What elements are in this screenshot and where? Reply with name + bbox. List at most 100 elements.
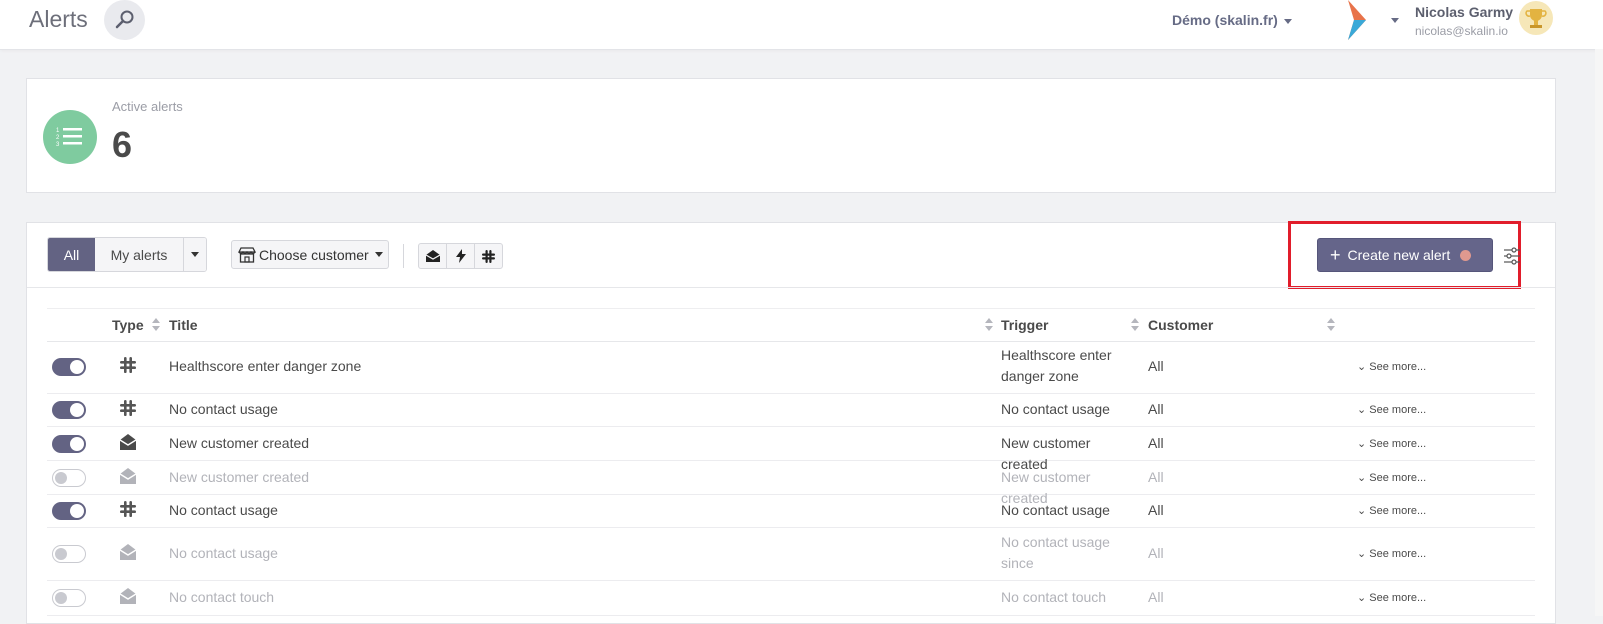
column-header-title[interactable]: Title — [169, 317, 198, 333]
stat-label: Active alerts — [112, 99, 183, 114]
svg-text:1: 1 — [56, 128, 60, 134]
choose-customer-dropdown[interactable]: Choose customer — [231, 240, 389, 269]
alert-title: New customer created — [169, 434, 310, 451]
chevron-down-icon — [191, 252, 199, 257]
settings-sliders-icon[interactable] — [1504, 247, 1520, 265]
alert-toggle[interactable] — [52, 589, 86, 607]
see-more-link[interactable]: ⌄ See more... — [1357, 547, 1426, 560]
top-bar: Alerts Démo (skalin.fr) Nicolas Garmy ni… — [0, 0, 1603, 50]
alert-customer: All — [1148, 545, 1164, 561]
alert-customer: All — [1148, 589, 1164, 605]
chevron-down-icon — [1283, 18, 1292, 24]
see-more-link[interactable]: ⌄ See more... — [1357, 504, 1426, 517]
svg-text:2: 2 — [56, 135, 60, 141]
alert-trigger: No contact usage since — [1001, 534, 1110, 571]
see-more-link[interactable]: ⌄ See more... — [1357, 471, 1426, 484]
avatar[interactable] — [1519, 1, 1553, 35]
app-logo[interactable] — [1340, 0, 1376, 40]
alert-toggle[interactable] — [52, 502, 86, 520]
alert-customer: All — [1148, 502, 1164, 518]
workspace-selector[interactable]: Démo (skalin.fr) — [1172, 12, 1292, 28]
column-header-type[interactable]: Type — [112, 317, 144, 333]
slack-filter-button[interactable] — [475, 244, 502, 268]
see-more-label: See more... — [1369, 361, 1427, 373]
see-more-link[interactable]: ⌄ See more... — [1357, 403, 1426, 416]
chevron-down-icon: ⌄ — [1357, 471, 1370, 484]
email-icon — [119, 467, 137, 484]
alerts-table-body: Healthscore enter danger zone Healthscor… — [47, 341, 1535, 616]
filter-all-button[interactable]: All — [48, 238, 95, 271]
see-more-label: See more... — [1369, 437, 1427, 450]
alert-toggle[interactable] — [52, 545, 86, 563]
email-filter-button[interactable] — [419, 244, 447, 268]
chevron-down-icon: ⌄ — [1357, 505, 1370, 517]
alert-toggle[interactable] — [52, 401, 86, 419]
filter-my-alerts-button[interactable]: My alerts — [95, 238, 184, 271]
sort-icon[interactable] — [1131, 318, 1139, 332]
chevron-down-icon: ⌄ — [1357, 404, 1370, 416]
alert-customer: All — [1148, 358, 1164, 374]
see-more-label: See more... — [1369, 404, 1427, 416]
table-row[interactable]: No contact usage No contact usage All ⌄ … — [47, 495, 1535, 528]
slack-icon — [120, 400, 136, 416]
slack-icon — [482, 249, 495, 263]
alert-customer: All — [1148, 401, 1164, 417]
sort-icon[interactable] — [152, 318, 160, 332]
panel-divider — [27, 287, 1555, 288]
highlight-box — [1288, 221, 1521, 289]
alert-title: No contact usage — [169, 401, 278, 417]
alert-toggle[interactable] — [52, 468, 86, 487]
table-row[interactable]: New customer created New customer create… — [47, 461, 1535, 506]
chevron-down-icon — [374, 252, 383, 257]
see-more-label: See more... — [1369, 471, 1427, 484]
lightning-icon — [455, 249, 466, 263]
sort-icon[interactable] — [985, 318, 993, 332]
column-header-trigger[interactable]: Trigger — [1001, 317, 1048, 333]
table-row[interactable]: Healthscore enter danger zone Healthscor… — [47, 341, 1535, 394]
alert-trigger: No contact touch — [1001, 589, 1107, 605]
alert-title: No contact usage — [169, 545, 278, 561]
page-title: Alerts — [29, 6, 88, 32]
see-more-label: See more... — [1369, 592, 1427, 604]
alert-customer: All — [1148, 434, 1164, 451]
see-more-link[interactable]: ⌄ See more... — [1357, 591, 1426, 604]
store-icon — [238, 246, 256, 263]
scrollbar[interactable] — [1595, 49, 1603, 616]
column-header-customer[interactable]: Customer — [1148, 317, 1213, 333]
chevron-down-icon: ⌄ — [1357, 437, 1370, 450]
table-row[interactable]: No contact usage No contact usage All ⌄ … — [47, 394, 1535, 427]
table-row[interactable]: No contact usage No contact usage since … — [47, 528, 1535, 581]
choose-customer-label: Choose customer — [259, 246, 369, 263]
see-more-label: See more... — [1369, 548, 1427, 560]
sort-icon[interactable] — [1327, 318, 1335, 332]
see-more-link[interactable]: ⌄ See more... — [1357, 437, 1426, 450]
alert-trigger: Healthscore enter danger zone — [1001, 347, 1112, 384]
alert-toggle[interactable] — [52, 434, 86, 453]
alert-customer: All — [1148, 468, 1164, 485]
alert-title: New customer created — [169, 468, 310, 485]
see-more-link[interactable]: ⌄ See more... — [1357, 360, 1426, 373]
trigger-filter-button[interactable] — [447, 244, 475, 268]
search-icon — [115, 10, 134, 29]
alert-toggle[interactable] — [52, 358, 86, 376]
app-menu-chevron-icon[interactable] — [1391, 18, 1399, 23]
workspace-name: Démo (skalin.fr) — [1172, 12, 1278, 28]
channel-filter-group — [418, 243, 503, 269]
email-icon — [119, 433, 137, 450]
alert-title: No contact touch — [169, 589, 275, 605]
email-icon — [425, 250, 440, 262]
alert-title: No contact usage — [169, 502, 278, 518]
active-alerts-card: 1 2 3 Active alerts 6 — [26, 78, 1556, 193]
slack-icon — [120, 501, 136, 517]
trophy-icon — [1525, 9, 1547, 28]
table-row[interactable]: No contact touch No contact touch All ⌄ … — [47, 581, 1535, 616]
search-button[interactable] — [104, 0, 145, 40]
see-more-label: See more... — [1369, 505, 1427, 517]
toolbar-divider — [403, 244, 404, 268]
chevron-down-icon: ⌄ — [1357, 548, 1370, 560]
numbered-list-icon: 1 2 3 — [43, 110, 97, 164]
table-row[interactable]: New customer created New customer create… — [47, 427, 1535, 472]
chevron-down-icon: ⌄ — [1357, 592, 1370, 604]
filter-dropdown-button[interactable] — [184, 238, 206, 271]
svg-text:3: 3 — [56, 142, 60, 148]
